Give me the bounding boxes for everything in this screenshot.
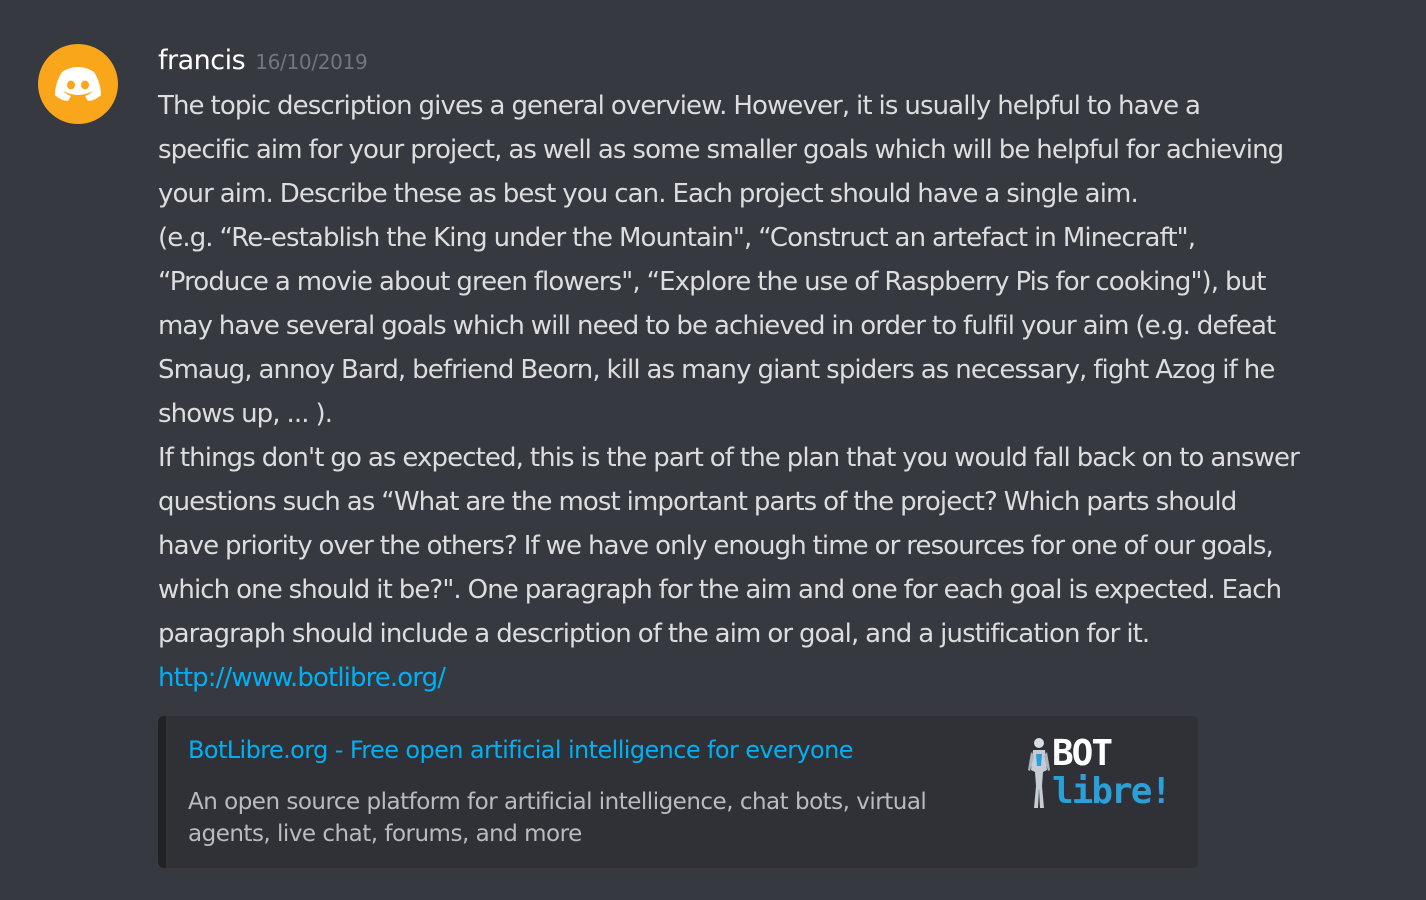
- message-line: “Produce a movie about green flowers", “…: [158, 267, 1266, 297]
- logo-text-libre: libre!: [1052, 771, 1172, 812]
- message-line: If things don't go as expected, this is …: [158, 443, 1300, 473]
- message-line: The topic description gives a general ov…: [158, 91, 1201, 121]
- message-link-line: http://www.botlibre.org/: [158, 656, 1403, 700]
- robot-figure-icon: [1028, 738, 1050, 808]
- embed-title-link[interactable]: BotLibre.org - Free open artificial inte…: [188, 736, 854, 764]
- message-line: (e.g. “Re-establish the King under the M…: [158, 223, 1196, 253]
- message-line: questions such as “What are the most imp…: [158, 487, 1237, 517]
- logo-text-bot: BOT: [1052, 733, 1113, 774]
- embed-description-line: An open source platform for artificial i…: [188, 789, 927, 815]
- username[interactable]: francis: [158, 38, 246, 84]
- message-line: which one should it be?". One paragraph …: [158, 575, 1282, 605]
- message-body: The topic description gives a general ov…: [158, 84, 1403, 700]
- message-line: specific aim for your project, as well a…: [158, 135, 1284, 165]
- message-header: francis 16/10/2019: [158, 38, 1403, 84]
- user-avatar[interactable]: [38, 44, 118, 124]
- chat-message: francis 16/10/2019 The topic description…: [0, 0, 1426, 900]
- message-line: have priority over the others? If we hav…: [158, 531, 1274, 561]
- embed-thumbnail[interactable]: BOT libre!: [1028, 734, 1178, 814]
- message-link[interactable]: http://www.botlibre.org/: [158, 663, 446, 693]
- message-content: francis 16/10/2019 The topic description…: [158, 38, 1403, 700]
- discord-logo-icon: [55, 67, 101, 101]
- message-line: may have several goals which will need t…: [158, 311, 1276, 341]
- embed-description: An open source platform for artificial i…: [188, 786, 1008, 850]
- message-line: paragraph should include a description o…: [158, 619, 1150, 649]
- embed-description-line: agents, live chat, forums, and more: [188, 821, 582, 847]
- message-line: Smaug, annoy Bard, befriend Beorn, kill …: [158, 355, 1275, 385]
- link-embed: BotLibre.org - Free open artificial inte…: [158, 716, 1198, 868]
- message-line: shows up, ... ).: [158, 399, 333, 429]
- timestamp: 16/10/2019: [255, 50, 368, 74]
- message-line: your aim. Describe these as best you can…: [158, 179, 1139, 209]
